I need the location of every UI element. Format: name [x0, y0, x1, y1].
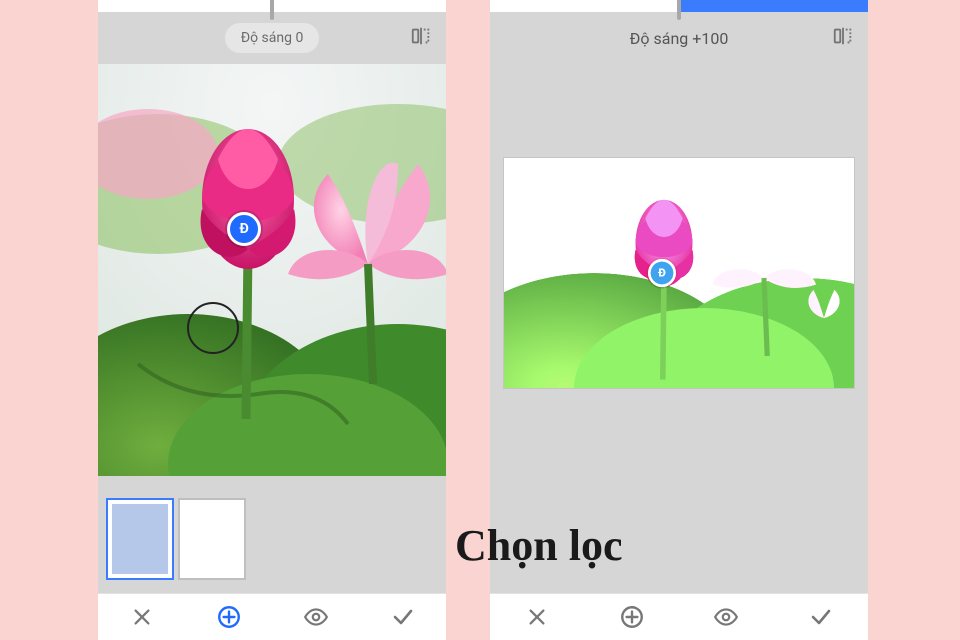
brightness-value-chip: Độ sáng 0 — [225, 23, 320, 53]
editor-panel-left: Độ sáng 0 — [98, 0, 446, 640]
image-preview[interactable]: Đ — [98, 64, 446, 476]
bottom-toolbar — [98, 593, 446, 640]
selective-point-marker[interactable]: Đ — [227, 212, 261, 246]
thumbnail-empty[interactable] — [178, 498, 246, 580]
selective-point-marker[interactable]: Đ — [648, 259, 676, 287]
brightness-value-label: Độ sáng +100 — [630, 29, 729, 48]
overlay-caption: Chọn lọc — [455, 520, 622, 571]
header-row: Độ sáng +100 — [490, 20, 868, 56]
check-icon[interactable] — [807, 603, 835, 631]
marker-label: Đ — [658, 266, 666, 279]
marker-label: Đ — [240, 221, 249, 237]
check-icon[interactable] — [389, 603, 417, 631]
close-icon[interactable] — [128, 603, 156, 631]
brightness-slider[interactable] — [98, 0, 446, 12]
add-circle-icon[interactable] — [215, 603, 243, 631]
close-icon[interactable] — [523, 603, 551, 631]
compare-icon[interactable] — [410, 25, 432, 51]
slider-thumb[interactable] — [677, 0, 681, 20]
brightness-slider[interactable] — [490, 0, 868, 12]
slider-thumb[interactable] — [270, 0, 274, 20]
comparison-stage: Độ sáng 0 — [0, 0, 960, 640]
eye-icon[interactable] — [302, 603, 330, 631]
image-preview[interactable]: Đ — [504, 158, 854, 388]
add-circle-icon[interactable] — [618, 603, 646, 631]
compare-icon[interactable] — [832, 25, 854, 51]
header-row: Độ sáng 0 — [98, 20, 446, 56]
radius-marker[interactable] — [187, 302, 239, 354]
slider-fill — [679, 0, 868, 12]
eye-icon[interactable] — [712, 603, 740, 631]
thumbnail-tray — [106, 498, 246, 584]
thumbnail-selected[interactable] — [106, 498, 174, 580]
bottom-toolbar — [490, 593, 868, 640]
